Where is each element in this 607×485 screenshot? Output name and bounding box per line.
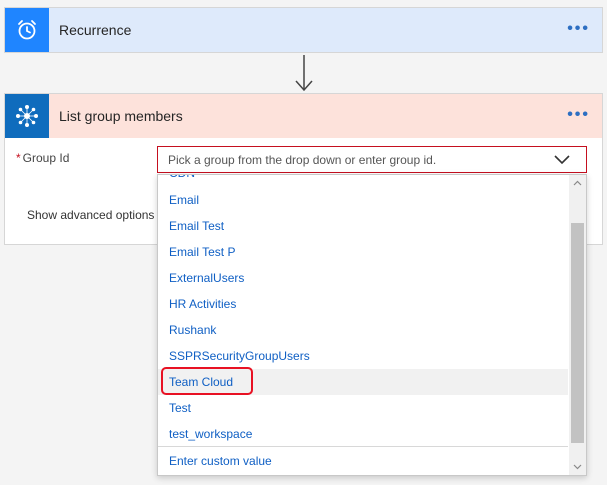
list-group-members-header[interactable]: List group members xyxy=(5,94,602,138)
group-id-label: * Group Id xyxy=(16,151,69,165)
chevron-down-icon[interactable] xyxy=(554,153,570,165)
dropdown-option[interactable]: ExternalUsers xyxy=(158,265,568,291)
azure-ad-icon xyxy=(5,94,49,138)
more-dots-icon[interactable]: ••• xyxy=(567,21,590,37)
scroll-up-icon[interactable] xyxy=(569,175,586,191)
group-id-placeholder: Pick a group from the drop down or enter… xyxy=(168,152,437,167)
more-dots-icon[interactable]: ••• xyxy=(567,107,590,123)
dropdown-option[interactable]: SSPRSecurityGroupUsers xyxy=(158,343,568,369)
scroll-down-icon[interactable] xyxy=(569,459,586,475)
dropdown-option-selected[interactable]: Team Cloud xyxy=(158,369,568,395)
group-id-label-text: Group Id xyxy=(22,151,70,165)
dropdown-option[interactable]: Test xyxy=(158,395,568,421)
dropdown-option[interactable]: Rushank xyxy=(158,317,568,343)
dropdown-option[interactable]: HR Activities xyxy=(158,291,568,317)
dropdown-option[interactable]: Email xyxy=(158,187,568,213)
flow-arrow-icon xyxy=(295,55,313,92)
dropdown-option[interactable]: CDN xyxy=(158,175,568,186)
required-marker: * xyxy=(16,151,21,165)
group-id-select[interactable]: Pick a group from the drop down or enter… xyxy=(157,146,587,173)
list-group-members-title: List group members xyxy=(59,108,183,124)
recurrence-header[interactable]: Recurrence xyxy=(5,8,602,52)
dropdown-option[interactable]: Email Test P xyxy=(158,239,568,265)
dropdown-option[interactable]: Email Test xyxy=(158,213,568,239)
enter-custom-value-option[interactable]: Enter custom value xyxy=(158,448,568,474)
dropdown-option[interactable]: test_workspace xyxy=(158,421,568,447)
group-dropdown-list[interactable]: CDN Email Email Test Email Test P Extern… xyxy=(157,174,587,476)
dropdown-scrollbar[interactable] xyxy=(569,175,586,475)
recurrence-card[interactable]: Recurrence ••• xyxy=(4,7,603,53)
alarm-clock-icon xyxy=(5,8,49,52)
divider xyxy=(158,446,568,447)
scrollbar-thumb[interactable] xyxy=(571,223,584,443)
recurrence-title: Recurrence xyxy=(59,22,132,38)
show-advanced-options-link[interactable]: Show advanced options xyxy=(27,208,154,222)
